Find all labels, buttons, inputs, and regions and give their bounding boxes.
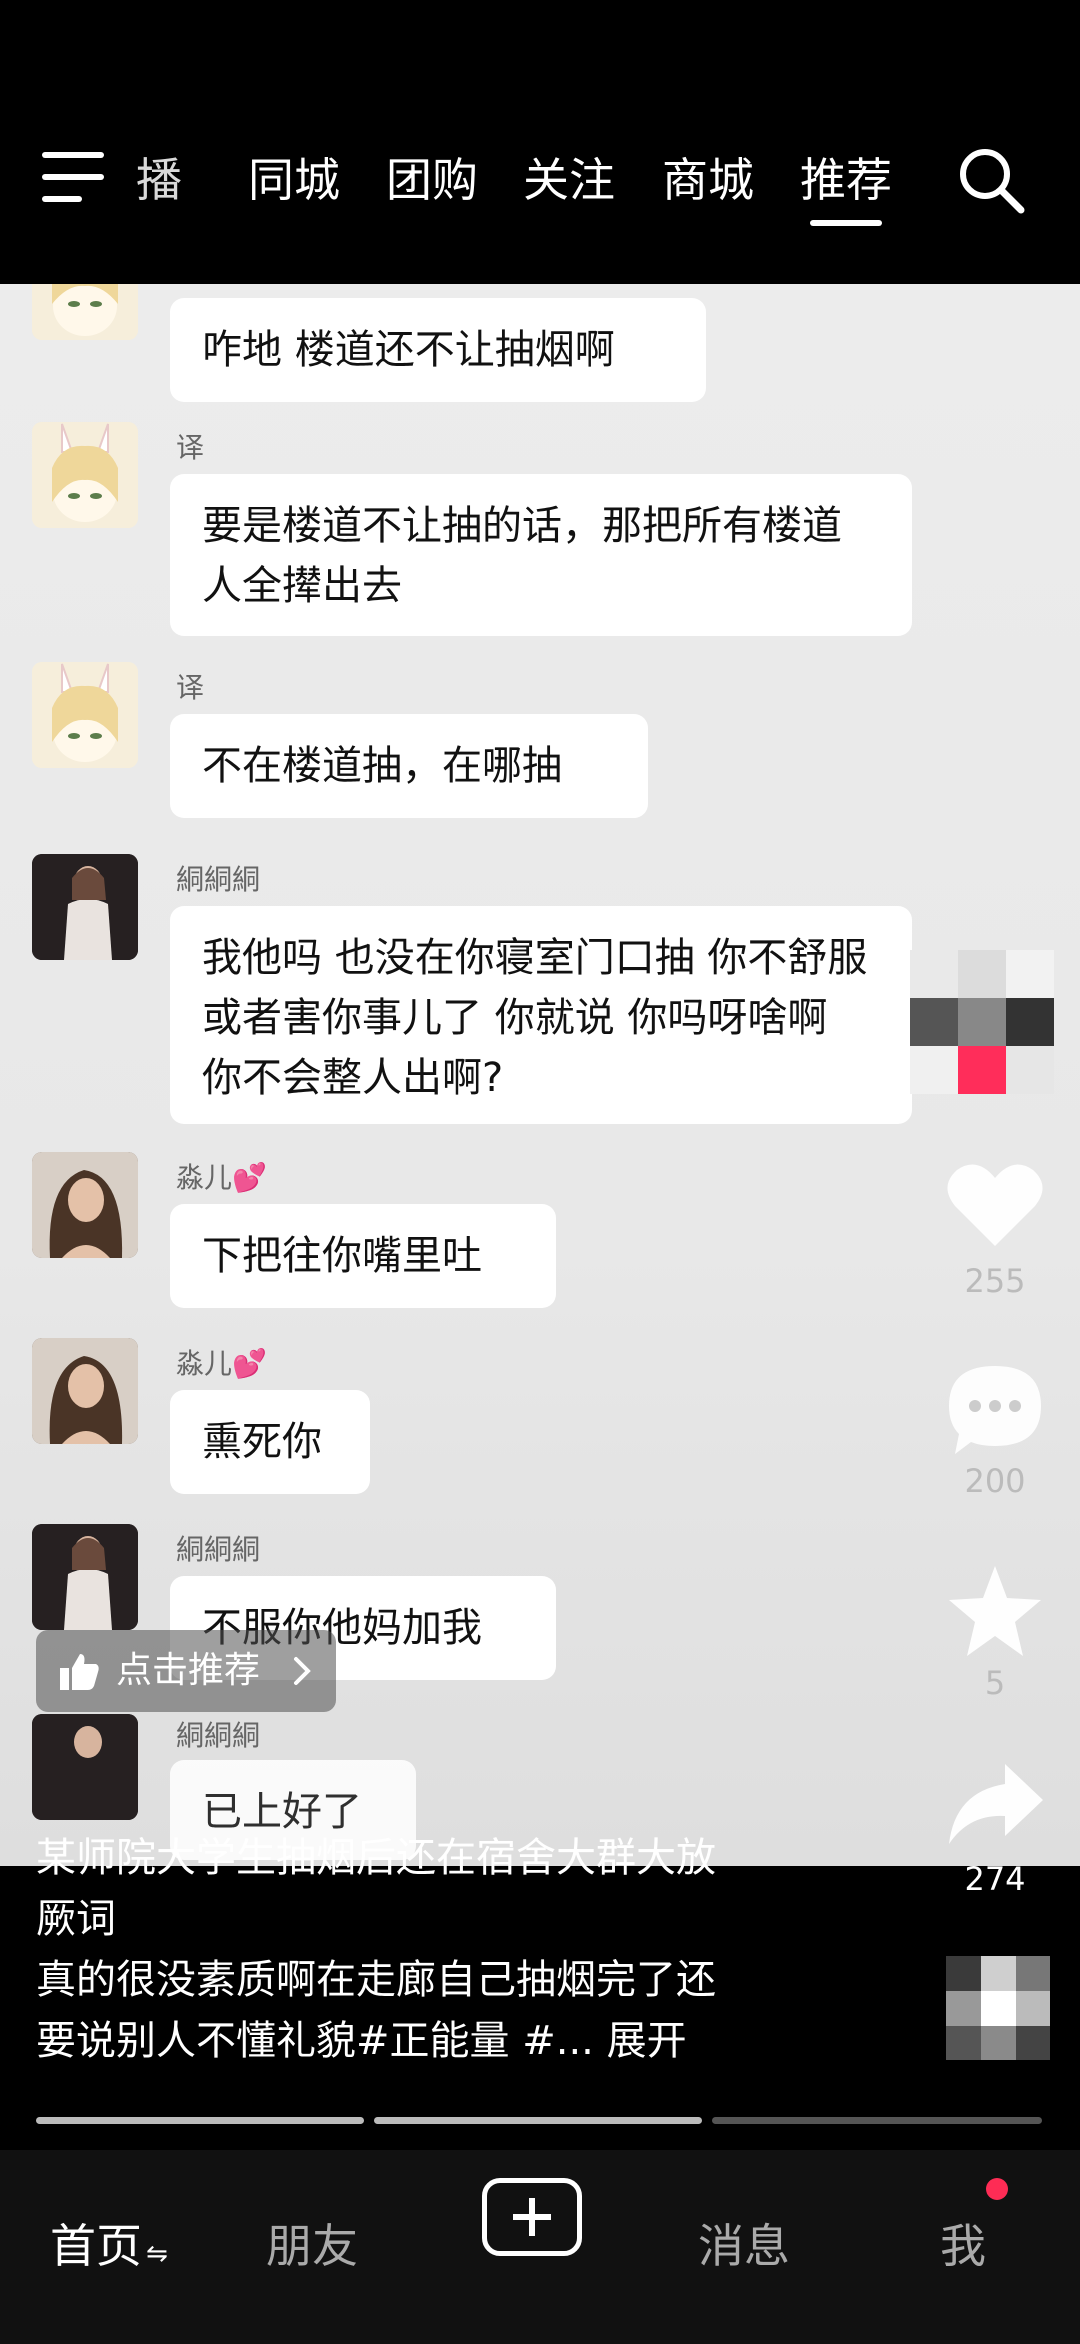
- username: 淼儿💕: [176, 1161, 267, 1194]
- caption-line: 某师院大学生抽烟后还在宿舍大群大放: [36, 1835, 716, 1881]
- nav-home-label: 首页: [50, 2219, 142, 2273]
- tab-recommend[interactable]: 推荐: [800, 140, 892, 220]
- nav-messages[interactable]: 消息: [698, 2206, 790, 2286]
- username: 淼儿💕: [176, 1347, 267, 1380]
- chevron-right-icon: [294, 1657, 311, 1685]
- mosaic-overlay: [910, 950, 1054, 1094]
- chat-bubble: 我他吗 也没在你寝室门口抽 你不舒服 或者害你事儿了 你就说 你吗呀啥啊 你不会…: [170, 906, 912, 1124]
- progress-segment: [712, 2117, 1042, 2124]
- like-count: 255: [964, 1262, 1026, 1300]
- chat-bubble: 不在楼道抽，在哪抽: [170, 714, 648, 818]
- plus-icon: [513, 2198, 551, 2236]
- avatar: [32, 1714, 138, 1820]
- recommend-button[interactable]: 点击推荐: [36, 1630, 336, 1712]
- tab-group-buy[interactable]: 团购: [386, 140, 478, 220]
- comment-count: 200: [964, 1462, 1026, 1500]
- heart-icon: [947, 1164, 1043, 1246]
- username: 絧絧絧: [176, 1533, 261, 1566]
- nav-me[interactable]: 我: [940, 2206, 986, 2286]
- caption-line: 厥词: [36, 1896, 116, 1942]
- share-button[interactable]: [920, 1760, 1070, 1854]
- recommend-label: 点击推荐: [116, 1650, 261, 1691]
- tab-mall[interactable]: 商城: [662, 140, 754, 220]
- comment-icon: [949, 1366, 1041, 1454]
- chat-bubble: 要是楼道不让抽的话，那把所有楼道人全撵出去: [170, 474, 912, 636]
- video-caption[interactable]: 某师院大学生抽烟后还在宿舍大群大放 厥词 真的很没素质啊在走廊自己抽烟完了还 要…: [36, 1828, 856, 2072]
- username: 絧絧絧: [176, 863, 261, 896]
- progress-segment: [374, 2117, 702, 2124]
- notification-badge: [986, 2178, 1008, 2200]
- username: 译: [176, 671, 205, 704]
- menu-icon[interactable]: [42, 152, 104, 202]
- avatar: [32, 854, 138, 960]
- video-content[interactable]: 咋地 楼道还不让抽烟啊 译 要是楼道不让抽的话，那把所有楼道人全撵出去 译 不在…: [0, 284, 1080, 1866]
- avatar: [32, 1338, 138, 1444]
- username: 絧絧絧: [176, 1719, 261, 1752]
- nav-home[interactable]: 首页 ⇋: [50, 2206, 168, 2294]
- avatar: [32, 1524, 138, 1630]
- username: 译: [176, 431, 205, 464]
- chat-bubble: 熏死你: [170, 1390, 370, 1494]
- chat-bubble: 咋地 楼道还不让抽烟啊: [170, 298, 706, 402]
- search-icon[interactable]: [955, 144, 1027, 216]
- caption-line: 真的很没素质啊在走廊自己抽烟完了还: [36, 1957, 716, 2003]
- tab-live[interactable]: 播: [136, 140, 182, 220]
- tab-following[interactable]: 关注: [523, 140, 615, 220]
- expand-link[interactable]: 展开: [607, 2018, 687, 2064]
- create-button[interactable]: [482, 2178, 582, 2256]
- favorite-count: 5: [984, 1664, 1006, 1702]
- avatar: [32, 1152, 138, 1258]
- nav-friends[interactable]: 朋友: [266, 2206, 358, 2286]
- thumbs-up-icon: [60, 1654, 99, 1690]
- like-button[interactable]: [920, 1160, 1070, 1254]
- share-count: 274: [964, 1860, 1026, 1898]
- avatar: [32, 662, 138, 768]
- avatar: [32, 422, 138, 528]
- progress-segment: [36, 2117, 364, 2124]
- creator-avatar[interactable]: [946, 1956, 1050, 2060]
- star-icon: [949, 1566, 1041, 1656]
- top-bar: 播 同城 团购 关注 商城 推荐: [0, 0, 1080, 284]
- caption-line: 要说别人不懂礼貌#正能量 #...: [36, 2018, 594, 2064]
- favorite-button[interactable]: [920, 1562, 1070, 1662]
- tab-nearby[interactable]: 同城: [248, 140, 340, 220]
- chat-bubble: 下把往你嘴里吐: [170, 1204, 556, 1308]
- swap-icon: ⇋: [146, 2239, 168, 2269]
- caption-line-last: 要说别人不懂礼貌#正能量 #... 展开: [36, 2011, 856, 2072]
- share-icon: [949, 1764, 1043, 1844]
- avatar: [32, 284, 138, 340]
- active-tab-indicator: [810, 220, 882, 226]
- comment-button[interactable]: [920, 1362, 1070, 1462]
